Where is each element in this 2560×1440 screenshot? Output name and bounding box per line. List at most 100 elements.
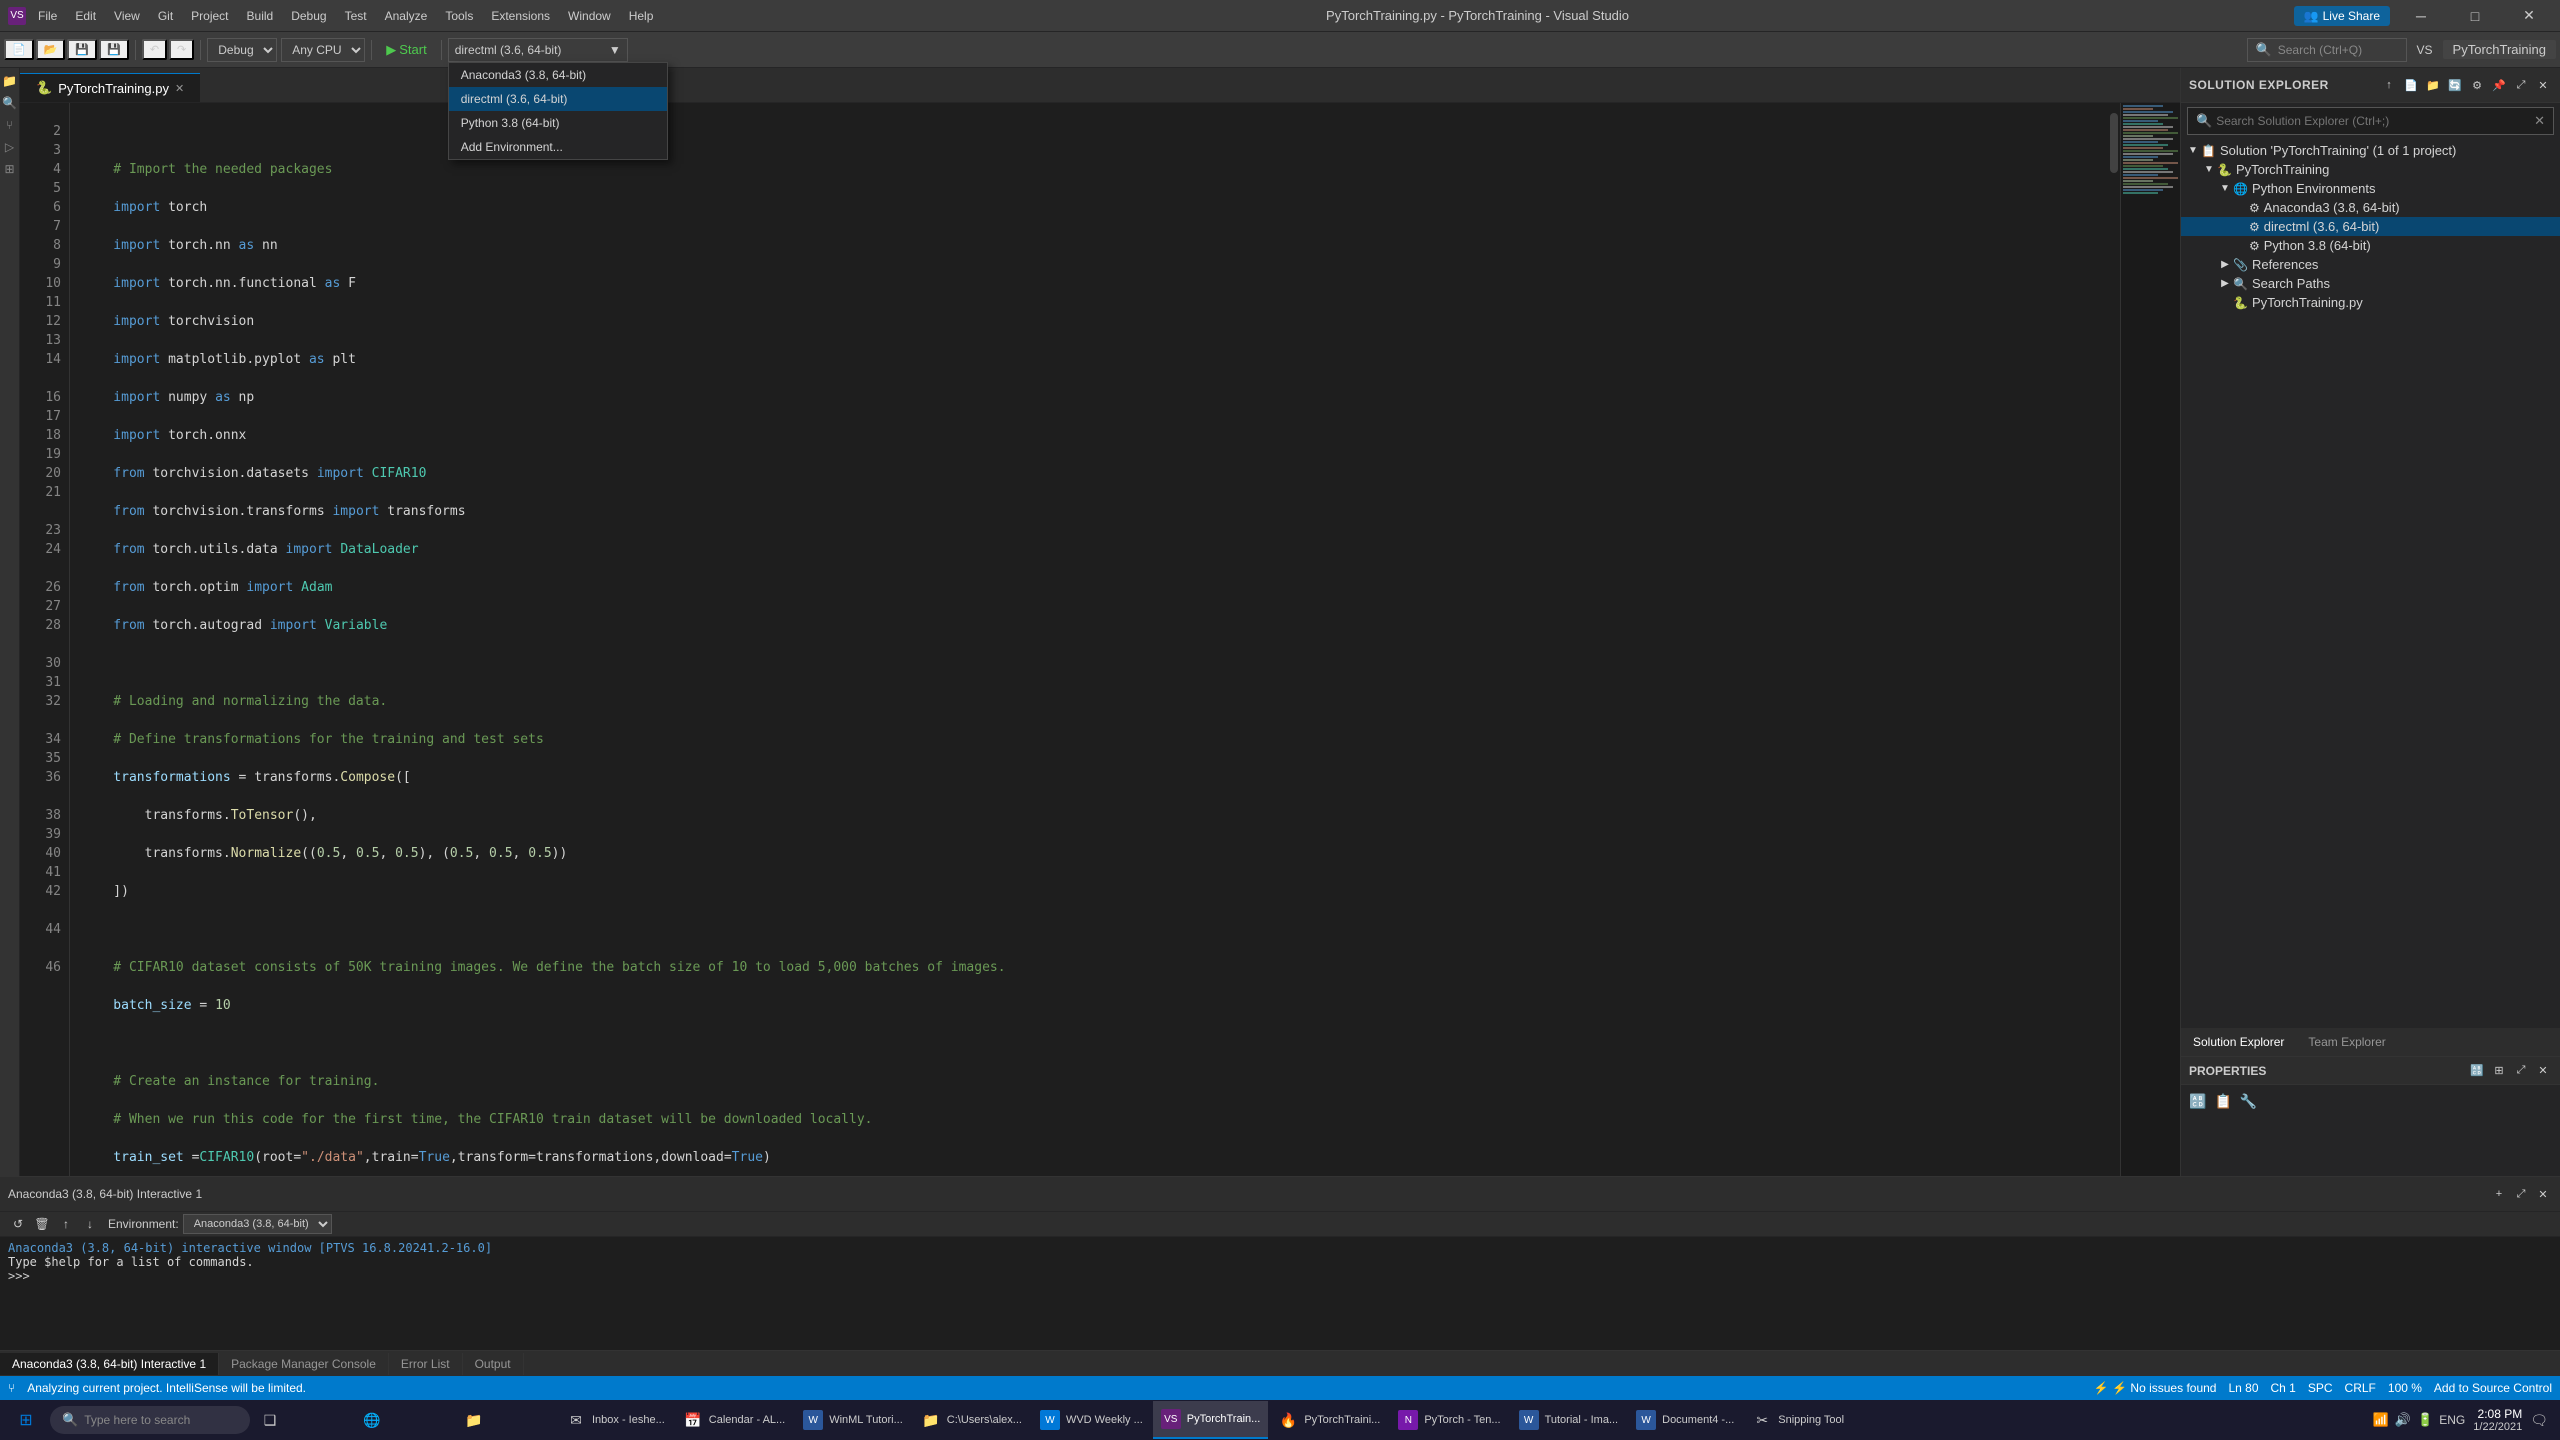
terminal-down-btn[interactable]: ↓ — [80, 1214, 100, 1234]
zoom-status[interactable]: 100 % — [2388, 1381, 2422, 1395]
network-icon[interactable]: 📶 — [2373, 1412, 2389, 1428]
prop-toolbar-btn2[interactable]: 📋 — [2214, 1093, 2231, 1110]
terminal-close-btn[interactable]: ✕ — [2534, 1185, 2552, 1203]
battery-icon[interactable]: 🔋 — [2417, 1412, 2433, 1428]
terminal-clear-btn[interactable]: 🗑 — [32, 1214, 52, 1234]
taskbar-file-explorer[interactable]: 📁 — [456, 1401, 556, 1439]
taskbar-winml[interactable]: W WinML Tutori... — [795, 1401, 911, 1439]
menu-debug[interactable]: Debug — [283, 7, 334, 25]
menu-window[interactable]: Window — [560, 7, 619, 25]
tree-item-project[interactable]: ▼ 🐍 PyTorchTraining — [2181, 160, 2560, 179]
action-center-icon[interactable]: 🗨 — [2530, 1412, 2548, 1429]
code-content[interactable]: # Import the needed packages import torc… — [70, 103, 2120, 1176]
line-ending-status[interactable]: CRLF — [2345, 1381, 2376, 1395]
se-collapse-btn[interactable]: ↑ — [2380, 76, 2398, 94]
taskbar-snipping[interactable]: ✂ Snipping Tool — [1744, 1401, 1852, 1439]
minimize-button[interactable]: ─ — [2398, 0, 2444, 32]
menu-help[interactable]: Help — [621, 7, 662, 25]
prop-toolbar-btn3[interactable]: 🔧 — [2240, 1093, 2257, 1110]
bottom-tab-interactive[interactable]: Anaconda3 (3.8, 64-bit) Interactive 1 — [0, 1353, 219, 1375]
taskbar-pytorch-train[interactable]: VS PyTorchTrain... — [1153, 1401, 1269, 1439]
terminal-reset-btn[interactable]: ↺ — [8, 1214, 28, 1234]
maximize-button[interactable]: □ — [2452, 0, 2498, 32]
prop-toolbar-btn[interactable]: 🔠 — [2189, 1093, 2206, 1110]
menu-edit[interactable]: Edit — [67, 7, 104, 25]
terminal-new-btn[interactable]: + — [2490, 1185, 2508, 1203]
scroll-track[interactable] — [2110, 103, 2118, 1176]
menu-tools[interactable]: Tools — [437, 7, 481, 25]
menu-build[interactable]: Build — [239, 7, 282, 25]
tab-pytorchtraining[interactable]: 🐍 PyTorchTraining.py ✕ — [20, 73, 200, 102]
redo-btn[interactable]: ↷ — [169, 39, 194, 60]
tree-item-search-paths[interactable]: ▶ 🔍 Search Paths — [2181, 274, 2560, 293]
explorer-icon[interactable]: 📁 — [1, 72, 19, 90]
volume-icon[interactable]: 🔊 — [2395, 1412, 2411, 1428]
taskbar-task-view[interactable]: ❑ — [252, 1401, 352, 1439]
taskbar-calendar[interactable]: 📅 Calendar - AL... — [675, 1401, 793, 1439]
se-search-input[interactable] — [2216, 114, 2530, 128]
add-to-source-control[interactable]: Add to Source Control — [2434, 1381, 2552, 1395]
taskbar-document4[interactable]: W Document4 -... — [1628, 1401, 1742, 1439]
taskbar-search[interactable]: 🔍 Type here to search — [50, 1406, 250, 1434]
menu-test[interactable]: Test — [337, 7, 375, 25]
new-file-btn[interactable]: 📄 — [4, 39, 34, 60]
ln-status[interactable]: Ln 80 — [2228, 1381, 2258, 1395]
bottom-tab-output[interactable]: Output — [463, 1353, 524, 1375]
taskbar-mail[interactable]: ✉ Inbox - Ieshe... — [558, 1401, 673, 1439]
menu-extensions[interactable]: Extensions — [483, 7, 558, 25]
start-menu-button[interactable]: ⊞ — [4, 1400, 48, 1440]
scroll-thumb[interactable] — [2110, 113, 2118, 173]
se-settings-btn[interactable]: ⚙ — [2468, 76, 2486, 94]
menu-analyze[interactable]: Analyze — [377, 7, 436, 25]
se-search-clear[interactable]: ✕ — [2534, 113, 2545, 129]
se-new-folder-btn[interactable]: 📁 — [2424, 76, 2442, 94]
env-option-anaconda3[interactable]: Anaconda3 (3.8, 64-bit) — [449, 63, 667, 87]
platform-select[interactable]: Any CPU — [281, 38, 365, 62]
open-btn[interactable]: 📂 — [36, 39, 66, 60]
taskbar-edge[interactable]: 🌐 — [354, 1401, 454, 1439]
env-select[interactable]: Anaconda3 (3.8, 64-bit) — [183, 1214, 332, 1234]
tree-item-python-envs[interactable]: ▼ 🌐 Python Environments — [2181, 179, 2560, 198]
tree-item-python38[interactable]: ⚙ Python 3.8 (64-bit) — [2181, 236, 2560, 255]
se-close-btn[interactable]: ✕ — [2534, 76, 2552, 94]
live-share-button[interactable]: 👥 Live Share — [2294, 6, 2390, 26]
env-option-python38[interactable]: Python 3.8 (64-bit) — [449, 111, 667, 135]
git-icon[interactable]: ⑂ — [1, 116, 19, 134]
prop-close-btn[interactable]: ✕ — [2534, 1062, 2552, 1080]
col-status[interactable]: Ch 1 — [2271, 1381, 2296, 1395]
menu-view[interactable]: View — [106, 7, 148, 25]
terminal-float-btn[interactable]: ⤢ — [2512, 1185, 2530, 1203]
se-footer-tab-team[interactable]: Team Explorer — [2296, 1031, 2397, 1053]
start-button[interactable]: ▶ Start — [378, 40, 434, 60]
bottom-tab-package-manager[interactable]: Package Manager Console — [219, 1353, 389, 1375]
se-refresh-btn[interactable]: 🔄 — [2446, 76, 2464, 94]
encoding-status[interactable]: SPC — [2308, 1381, 2333, 1395]
taskbar-pytorch-ten[interactable]: N PyTorch - Ten... — [1390, 1401, 1508, 1439]
config-select[interactable]: Debug — [207, 38, 277, 62]
tab-close-btn[interactable]: ✕ — [175, 82, 184, 95]
se-pin-btn[interactable]: 📌 — [2490, 76, 2508, 94]
se-float-btn[interactable]: ⤢ — [2512, 76, 2530, 94]
save-all-btn[interactable]: 💾 — [99, 39, 129, 60]
tree-item-directml[interactable]: ⚙ directml (3.6, 64-bit) — [2181, 217, 2560, 236]
terminal-up-btn[interactable]: ↑ — [56, 1214, 76, 1234]
search-activity-icon[interactable]: 🔍 — [1, 94, 19, 112]
taskbar-pytorch-train2[interactable]: 🔥 PyTorchTraini... — [1270, 1401, 1388, 1439]
prop-category-btn[interactable]: ⊞ — [2490, 1062, 2508, 1080]
extensions-icon[interactable]: ⊞ — [1, 160, 19, 178]
bottom-tab-error-list[interactable]: Error List — [389, 1353, 463, 1375]
undo-btn[interactable]: ↶ — [142, 39, 167, 60]
issues-status[interactable]: ⚡ ⚡ No issues found — [2094, 1381, 2217, 1395]
debug-activity-icon[interactable]: ▷ — [1, 138, 19, 156]
env-option-add[interactable]: Add Environment... — [449, 135, 667, 159]
menu-git[interactable]: Git — [150, 7, 181, 25]
tree-item-anaconda3[interactable]: ⚙ Anaconda3 (3.8, 64-bit) — [2181, 198, 2560, 217]
se-new-file-btn[interactable]: 📄 — [2402, 76, 2420, 94]
save-btn[interactable]: 💾 — [67, 39, 97, 60]
prop-sort-btn[interactable]: 🔠 — [2468, 1062, 2486, 1080]
tree-item-references[interactable]: ▶ 📎 References — [2181, 255, 2560, 274]
taskbar-wvd[interactable]: W WVD Weekly ... — [1032, 1401, 1151, 1439]
prop-float-btn[interactable]: ⤢ — [2512, 1062, 2530, 1080]
env-option-directml[interactable]: directml (3.6, 64-bit) — [449, 87, 667, 111]
close-button[interactable]: ✕ — [2506, 0, 2552, 32]
